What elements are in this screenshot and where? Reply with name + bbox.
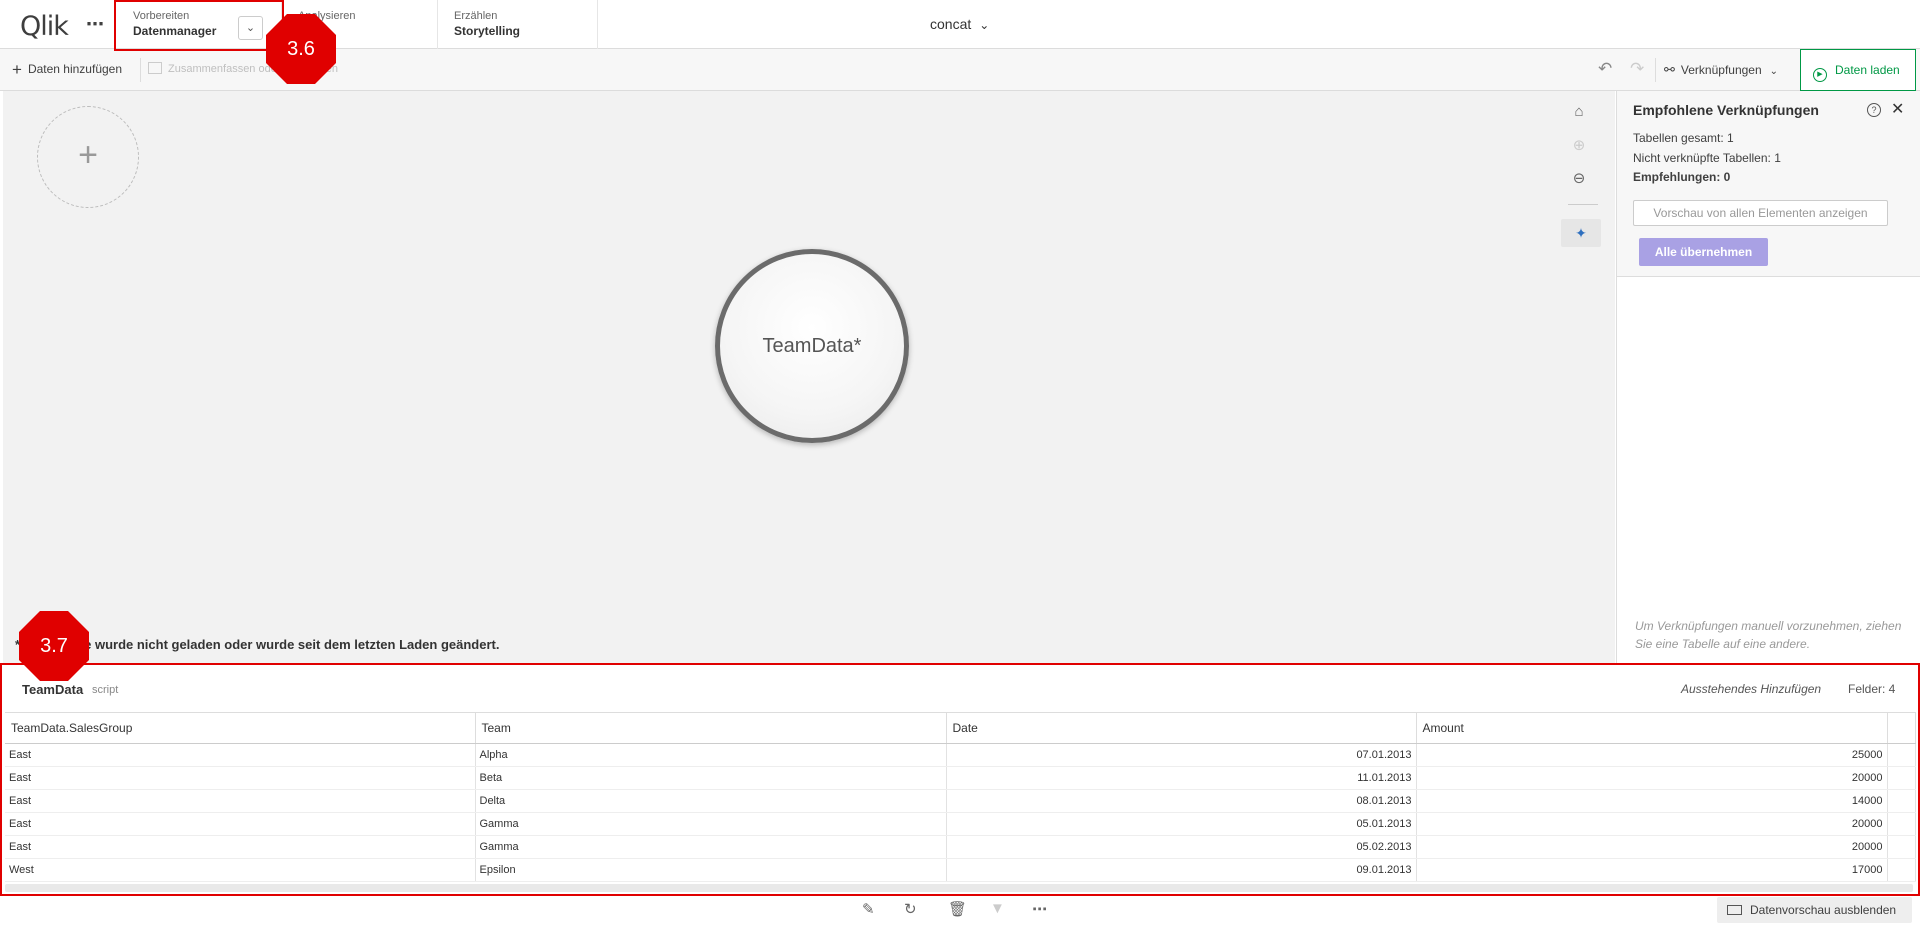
logo-text: Qlik <box>20 11 69 42</box>
tab-narrate-value: Storytelling <box>454 24 521 38</box>
plus-icon: + <box>12 60 22 79</box>
apply-all-button[interactable]: Alle übernehmen <box>1639 238 1768 266</box>
edit-icon[interactable]: ✎ <box>862 900 875 918</box>
table-node[interactable]: TeamData* <box>715 249 909 443</box>
zoom-out-icon[interactable]: ⊖ <box>1569 169 1589 189</box>
more-horizontal-icon[interactable]: ⋯ <box>86 14 105 35</box>
delete-icon[interactable]: 🗑 <box>948 900 967 918</box>
panel-title: Empfohlene Verknüpfungen <box>1633 102 1819 118</box>
toolbar-divider <box>1655 58 1656 82</box>
filter-icon[interactable]: ▼ <box>990 900 1005 917</box>
concatenate-icon <box>148 62 162 74</box>
hide-preview-label: Datenvorschau ausblenden <box>1750 903 1897 917</box>
chevron-down-icon: ⌄ <box>1769 66 1779 77</box>
load-data-label: Daten laden <box>1835 63 1900 77</box>
toolbar-divider <box>140 58 141 82</box>
associations-icon: ⚯ <box>1664 62 1675 77</box>
undo-icon[interactable]: ↶ <box>1598 59 1612 79</box>
tab-narrate[interactable]: Erzählen Storytelling <box>438 0 598 49</box>
app-title-text: concat <box>930 16 972 32</box>
association-canvas[interactable]: + TeamData* ⌂ ⊕ ⊖ ✦ * Die Tabelle wurde … <box>3 91 1615 663</box>
highlight-box-data-preview <box>0 663 1920 896</box>
refresh-icon[interactable]: ↻ <box>904 900 917 918</box>
recommendations-count: Empfehlungen: 0 <box>1633 170 1731 184</box>
step-badge-b: 3.7 <box>19 611 89 681</box>
manual-association-hint: Um Verknüpfungen manuell vorzunehmen, zi… <box>1635 619 1902 651</box>
plus-icon: + <box>78 136 98 174</box>
tables-total: Tabellen gesamt: 1 <box>1633 131 1734 145</box>
tab-narrate-label: Erzählen <box>454 10 498 22</box>
data-manager-app: Qlik ⋯ Vorbereiten Datenmanager ⌄ Analys… <box>0 0 1920 936</box>
magic-wand-icon[interactable]: ✦ <box>1561 219 1601 247</box>
highlight-box-datenmanager <box>114 0 284 51</box>
step-badge-a: 3.6 <box>266 14 336 84</box>
table-node-label: TeamData* <box>762 335 862 357</box>
close-icon[interactable]: ✕ <box>1891 99 1904 119</box>
unlinked-tables: Nicht verknüpfte Tabellen: 1 <box>1633 151 1781 165</box>
qlik-logo[interactable]: Qlik <box>20 11 69 42</box>
add-data-label: Daten hinzufügen <box>27 62 123 76</box>
preview-panel-icon <box>1727 905 1742 915</box>
zoom-in-icon[interactable]: ⊕ <box>1569 136 1589 156</box>
add-table-circle[interactable]: + <box>37 106 139 208</box>
chevron-down-icon: ⌄ <box>979 18 990 32</box>
preview-all-button[interactable]: Vorschau von allen Elementen anzeigen <box>1633 200 1888 226</box>
hide-preview-button[interactable]: Datenvorschau ausblenden <box>1717 897 1912 923</box>
associations-button[interactable]: ⚯ Verknüpfungen ⌄ <box>1664 62 1778 78</box>
panel-header: Empfohlene Verknüpfungen ? ✕ Tabellen ge… <box>1617 91 1920 277</box>
home-icon[interactable]: ⌂ <box>1569 103 1589 123</box>
recommended-associations-panel: Empfohlene Verknüpfungen ? ✕ Tabellen ge… <box>1616 91 1920 663</box>
associations-label: Verknüpfungen <box>1680 63 1762 77</box>
canvas-tools-divider <box>1568 204 1598 205</box>
help-icon[interactable]: ? <box>1867 103 1881 117</box>
load-data-button[interactable]: ▶ Daten laden <box>1800 49 1916 91</box>
add-data-button[interactable]: + Daten hinzufügen <box>12 60 122 80</box>
play-icon: ▶ <box>1813 68 1827 82</box>
redo-icon[interactable]: ↷ <box>1630 59 1644 79</box>
more-horizontal-icon[interactable]: ⋯ <box>1032 900 1047 918</box>
app-title[interactable]: concat ⌄ <box>930 16 989 32</box>
